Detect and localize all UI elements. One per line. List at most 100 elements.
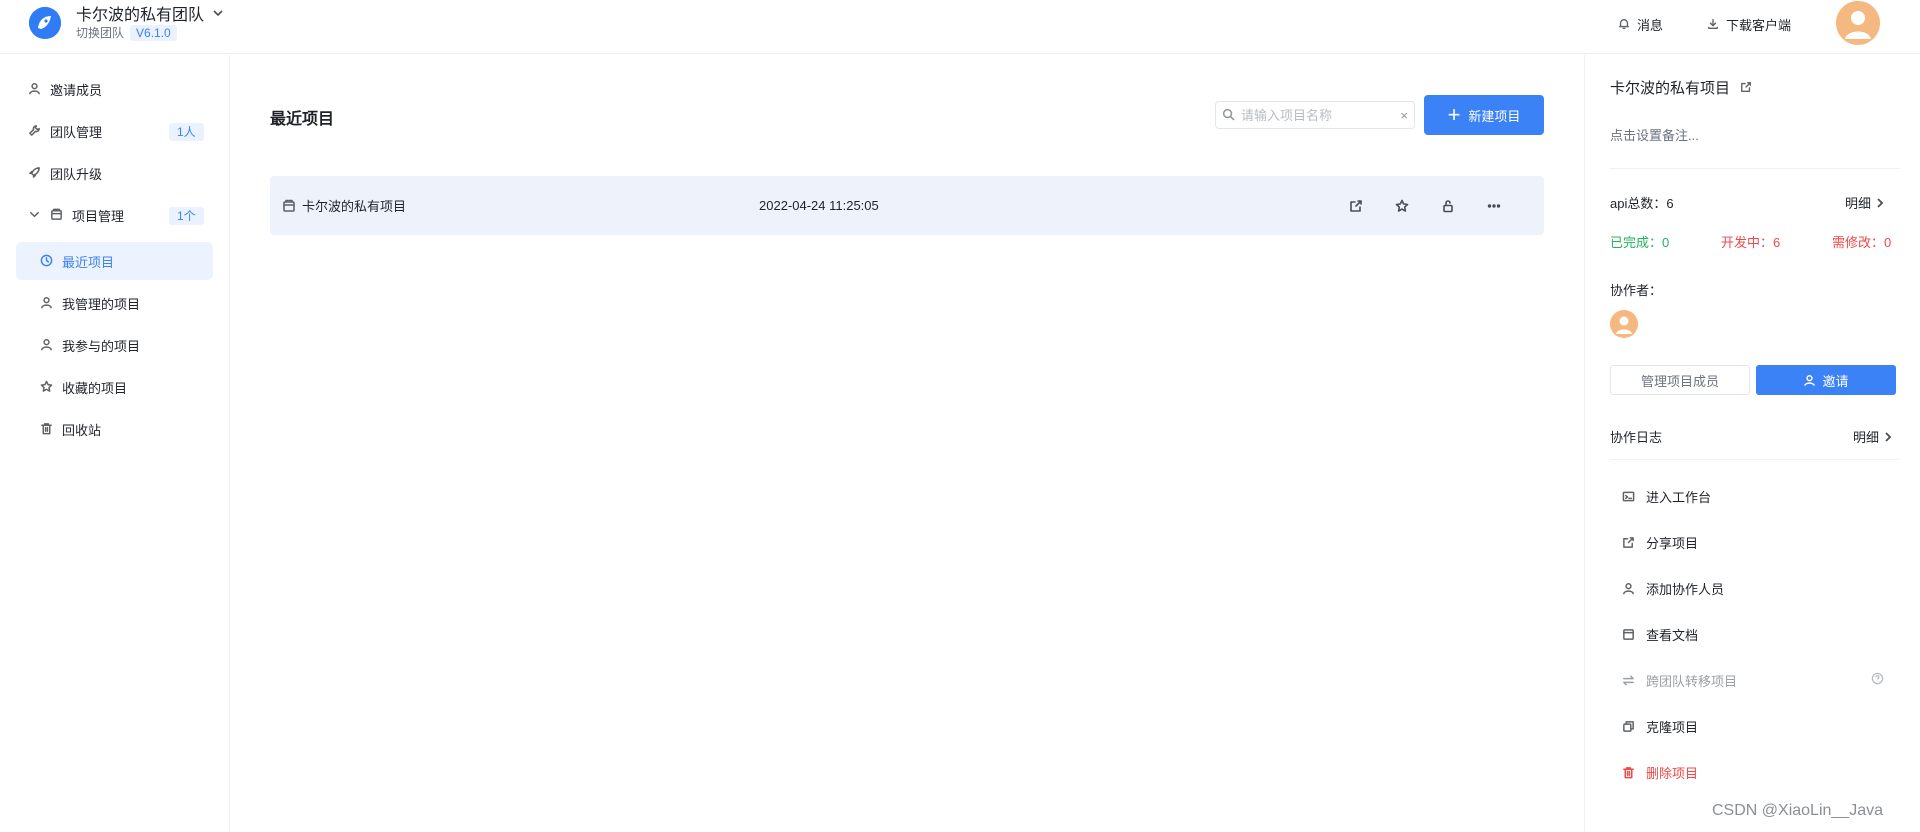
transfer-icon xyxy=(1622,674,1636,688)
log-details-link[interactable]: 明细 xyxy=(1853,427,1893,446)
rocket-icon xyxy=(28,166,42,180)
wrench-icon xyxy=(28,124,42,138)
search-icon xyxy=(1222,108,1236,122)
sidebar-item-label: 邀请成员 xyxy=(50,82,103,98)
sidebar-item-recycle-bin[interactable]: 回收站 xyxy=(40,410,101,448)
unlock-icon[interactable] xyxy=(1438,196,1458,216)
project-search: × xyxy=(1215,101,1415,129)
user-icon xyxy=(28,82,42,96)
sidebar-item-label: 收藏的项目 xyxy=(62,380,128,396)
action-label: 跨团队转移项目 xyxy=(1646,674,1738,689)
sidebar-item-managed-projects[interactable]: 我管理的项目 xyxy=(40,284,140,322)
details-label: 明细 xyxy=(1853,430,1880,445)
copy-icon xyxy=(1622,720,1636,734)
clock-icon xyxy=(40,254,54,268)
top-header: 卡尔波的私有团队 切换团队 V6.1.0 消息 下载客户端 xyxy=(0,0,1920,54)
version-badge: V6.1.0 xyxy=(130,24,177,41)
team-switcher[interactable]: 卡尔波的私有团队 xyxy=(76,1,224,25)
panel-title: 卡尔波的私有项目 xyxy=(1610,77,1754,98)
panel-project-name: 卡尔波的私有项目 xyxy=(1610,80,1731,97)
details-label: 明细 xyxy=(1845,196,1872,211)
sidebar-item-label: 最近项目 xyxy=(62,254,115,270)
clear-search-icon[interactable]: × xyxy=(1400,108,1408,123)
project-icon xyxy=(282,199,296,213)
messages-label: 消息 xyxy=(1637,18,1664,33)
user-avatar[interactable] xyxy=(1836,1,1880,45)
new-project-button[interactable]: + 新建项目 xyxy=(1424,95,1544,135)
project-date: 2022-04-24 11:25:05 xyxy=(759,198,879,213)
edit-icon[interactable] xyxy=(1346,196,1366,216)
download-client-button[interactable]: 下载客户端 xyxy=(1707,15,1791,34)
invite-button[interactable]: 邀请 xyxy=(1756,365,1896,395)
folder-icon xyxy=(50,208,64,222)
help-icon[interactable] xyxy=(1871,672,1884,685)
share-icon xyxy=(1622,536,1636,550)
app-logo[interactable] xyxy=(29,7,61,39)
done-count: 已完成：0 xyxy=(1610,235,1670,250)
sidebar-item-joined-projects[interactable]: 我参与的项目 xyxy=(40,326,140,364)
invite-label: 邀请 xyxy=(1822,373,1849,389)
action-label: 查看文档 xyxy=(1646,628,1699,643)
collab-log-label: 协作日志 xyxy=(1610,430,1663,445)
user-icon xyxy=(1622,582,1636,596)
sidebar-item-label: 我管理的项目 xyxy=(62,296,141,312)
action-label: 添加协作人员 xyxy=(1646,582,1725,597)
delete-project-action[interactable]: 删除项目 xyxy=(1622,763,1698,782)
sidebar-item-team-upgrade[interactable]: 团队升级 xyxy=(28,154,102,192)
chevron-down-icon xyxy=(28,208,42,222)
note-field[interactable]: 点击设置备注... xyxy=(1610,125,1699,144)
document-icon xyxy=(1622,628,1636,642)
terminal-icon xyxy=(1622,490,1636,504)
collaborators-label: 协作者： xyxy=(1610,283,1663,298)
action-label: 删除项目 xyxy=(1646,766,1699,781)
sidebar-item-project-management[interactable]: 项目管理 1个 xyxy=(28,196,208,234)
share-project-action[interactable]: 分享项目 xyxy=(1622,533,1698,552)
edit-icon[interactable] xyxy=(1740,81,1754,95)
watermark: CSDN @XiaoLin__Java xyxy=(1712,802,1883,819)
sidebar-item-label: 我参与的项目 xyxy=(62,338,141,354)
sidebar-item-team-management[interactable]: 团队管理 1人 xyxy=(28,112,208,150)
sidebar-item-favorite-projects[interactable]: 收藏的项目 xyxy=(40,368,127,406)
star-icon[interactable] xyxy=(1392,196,1412,216)
page-title: 最近项目 xyxy=(270,111,335,128)
team-name: 卡尔波的私有团队 xyxy=(76,7,205,24)
user-icon xyxy=(1804,374,1816,386)
trash-icon xyxy=(1622,766,1636,780)
enter-workbench-action[interactable]: 进入工作台 xyxy=(1622,487,1711,506)
api-details-link[interactable]: 明细 xyxy=(1845,193,1885,212)
add-collaborator-action[interactable]: 添加协作人员 xyxy=(1622,579,1724,598)
sidebar-item-label: 团队管理 xyxy=(50,124,103,140)
new-project-label: 新建项目 xyxy=(1468,108,1521,124)
plus-icon: + xyxy=(1447,102,1461,127)
divider xyxy=(1610,459,1900,460)
user-icon xyxy=(40,338,54,352)
sidebar: 邀请成员 团队管理 1人 团队升级 项目管理 1个 最近项目 我管理的项目 我参… xyxy=(0,55,230,832)
messages-button[interactable]: 消息 xyxy=(1618,15,1663,34)
manage-members-button[interactable]: 管理项目成员 xyxy=(1610,365,1750,395)
member-count-badge: 1人 xyxy=(169,123,204,141)
divider xyxy=(1610,168,1900,169)
chevron-right-icon xyxy=(1885,431,1892,442)
clone-project-action[interactable]: 克隆项目 xyxy=(1622,717,1698,736)
sidebar-item-invite-members[interactable]: 邀请成员 xyxy=(28,70,102,108)
search-input[interactable] xyxy=(1241,107,1396,123)
project-count-badge: 1个 xyxy=(169,207,204,225)
more-icon[interactable] xyxy=(1484,196,1504,216)
download-client-label: 下载客户端 xyxy=(1726,18,1792,33)
action-label: 进入工作台 xyxy=(1646,490,1712,505)
transfer-project-action[interactable]: 跨团队转移项目 xyxy=(1622,671,1737,690)
sidebar-item-recent-projects[interactable]: 最近项目 xyxy=(16,242,213,280)
needs-fix-count: 需修改：0 xyxy=(1832,235,1892,250)
collaborator-avatar[interactable] xyxy=(1610,310,1638,338)
sidebar-item-label: 回收站 xyxy=(62,422,102,438)
switch-team-link[interactable]: 切换团队 xyxy=(76,24,124,41)
api-total: api总数：6 xyxy=(1610,196,1674,211)
view-docs-action[interactable]: 查看文档 xyxy=(1622,625,1698,644)
team-sub: 切换团队 V6.1.0 xyxy=(76,24,177,41)
developing-count: 开发中：6 xyxy=(1721,235,1781,250)
sidebar-item-label: 项目管理 xyxy=(72,208,125,224)
download-icon xyxy=(1707,18,1721,32)
project-row[interactable]: 卡尔波的私有项目 2022-04-24 11:25:05 xyxy=(270,176,1544,235)
chevron-right-icon xyxy=(1877,197,1884,208)
project-name: 卡尔波的私有项目 xyxy=(302,199,407,214)
